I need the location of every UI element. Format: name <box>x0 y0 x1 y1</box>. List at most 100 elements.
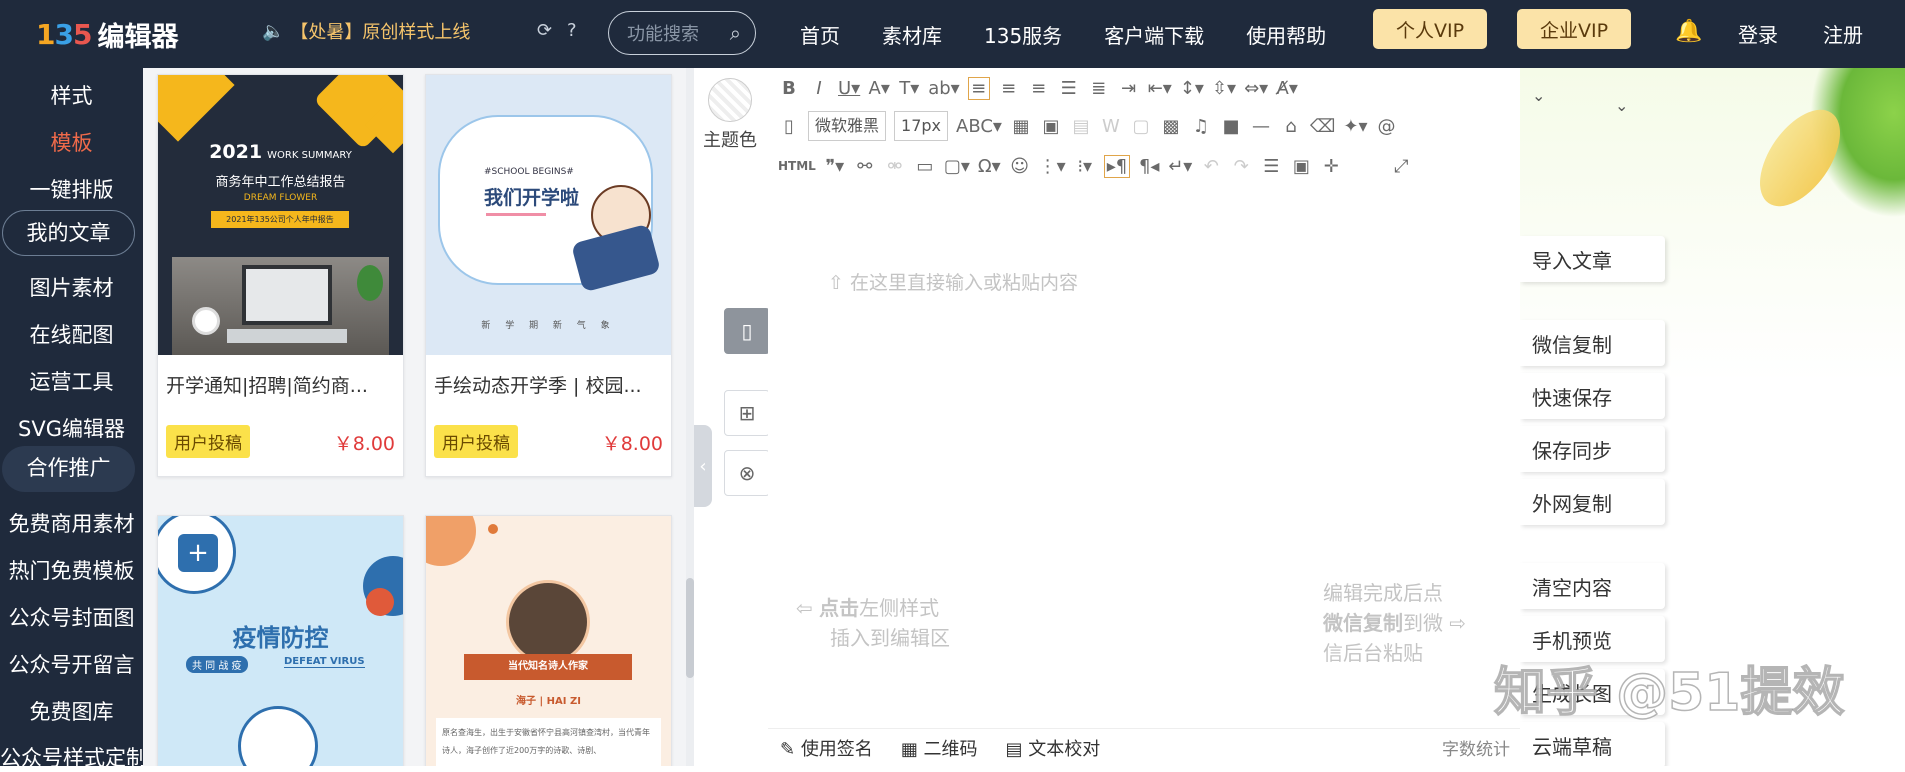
sidebar-item-templates[interactable]: 模板 <box>0 127 143 157</box>
emoji-icon[interactable]: ☺ <box>1009 156 1031 177</box>
underline-icon[interactable]: U▾ <box>838 78 860 99</box>
align-top-icon[interactable]: ☰ <box>1058 78 1080 99</box>
announcement-link[interactable]: 🔈 【处暑】原创样式上线 <box>262 18 470 44</box>
editor-placeholder[interactable]: ⇧ 在这里直接输入或粘贴内容 <box>828 268 1078 295</box>
logo[interactable]: 135 编辑器 <box>36 14 178 54</box>
theme-color-swatch[interactable] <box>708 78 752 122</box>
template-title[interactable]: 开学通知|招聘|简约商... <box>166 371 368 398</box>
use-signature-button[interactable]: ✎ 使用签名 <box>780 735 873 761</box>
sidebar-item-operation-tools[interactable]: 运营工具 <box>0 366 143 396</box>
gallery-icon[interactable]: ▩ <box>1160 116 1182 137</box>
sidebar-item-partnership[interactable]: 合作推广 <box>2 446 135 492</box>
nav-material-library[interactable]: 素材库 <box>882 20 942 49</box>
paragraph-format-icon[interactable]: ☰ <box>1260 156 1282 177</box>
nav-home[interactable]: 首页 <box>800 20 840 49</box>
login-link[interactable]: 登录 <box>1738 19 1778 48</box>
collapse-panel-button[interactable]: ‹ <box>694 425 712 507</box>
sidebar-item-free-commercial-assets[interactable]: 免费商用素材 <box>0 508 143 538</box>
font-size-select[interactable]: 17px <box>894 111 948 141</box>
merge-cells-icon[interactable]: ▤ <box>1070 116 1092 137</box>
sidebar-item-style-customization[interactable]: 公众号样式定制 <box>0 742 147 772</box>
sidebar-item-my-articles[interactable]: 我的文章 <box>2 210 135 256</box>
enterprise-vip-button[interactable]: 企业VIP <box>1517 9 1631 49</box>
refresh-icon[interactable]: ⟳ <box>537 20 552 41</box>
rtl-paragraph-icon[interactable]: ¶◂ <box>1138 156 1160 177</box>
font-family-select[interactable]: 微软雅黑 <box>808 111 887 141</box>
justify-icon[interactable]: ≣ <box>1088 78 1110 99</box>
nav-help[interactable]: 使用帮助 <box>1246 20 1326 49</box>
sidebar-item-free-gallery[interactable]: 免费图库 <box>0 696 143 726</box>
nav-services[interactable]: 135服务 <box>984 20 1062 49</box>
horizontal-rule-icon[interactable]: — <box>1250 116 1272 137</box>
register-link[interactable]: 注册 <box>1823 19 1863 48</box>
personal-vip-button[interactable]: 个人VIP <box>1373 9 1487 49</box>
sidebar-item-cover-images[interactable]: 公众号封面图 <box>0 602 143 632</box>
sidebar-item-open-comments[interactable]: 公众号开留言 <box>0 649 143 679</box>
template-card[interactable]: 当代知名诗人作家 海子 | HAI ZI 原名查海生，出生于安徽省怀宁县高河镇查… <box>425 515 672 766</box>
line-break-icon[interactable]: ↵▾ <box>1168 156 1192 177</box>
redo-icon[interactable]: ↷ <box>1230 156 1252 177</box>
letter-spacing-icon[interactable]: ⇔▾ <box>1244 78 1268 99</box>
theme-color-picker[interactable]: 主题色 <box>700 78 760 152</box>
external-copy-button[interactable]: 外网复制 <box>1520 479 1665 525</box>
unordered-list-icon[interactable]: ⁝▾ <box>1074 156 1096 177</box>
ltr-paragraph-icon[interactable]: ▸¶ <box>1103 154 1131 178</box>
sidebar-item-popular-free-templates[interactable]: 热门免费模板 <box>0 555 143 585</box>
magic-wand-icon[interactable]: ✦▾ <box>1343 116 1367 137</box>
bell-icon[interactable]: 🔔 <box>1675 19 1702 44</box>
help-icon[interactable]: ? <box>567 20 577 41</box>
save-sync-button[interactable]: 保存同步 <box>1520 426 1665 472</box>
sidebar-item-svg-editor[interactable]: SVG编辑器 <box>0 413 143 443</box>
sidebar-item-image-assets[interactable]: 图片素材 <box>0 272 143 302</box>
template-card[interactable]: #SCHOOL BEGINS# 我们开学啦 新 学 期 新 气 象 手绘动态开学… <box>425 74 672 477</box>
cloud-drafts-button[interactable]: 云端草稿 <box>1520 722 1665 766</box>
html-source-icon[interactable]: HTML <box>778 159 816 173</box>
add-page-button[interactable]: ⊞ <box>724 390 770 436</box>
template-card[interactable]: + 疫情防控 共 同 战 疫 DEFEAT VIRUS <box>157 515 404 766</box>
frame-icon[interactable]: ▢▾ <box>944 156 970 177</box>
spell-check-icon[interactable]: ABC▾ <box>956 116 1002 137</box>
image-icon[interactable]: ▣ <box>1040 116 1062 137</box>
picture-icon[interactable]: ▢ <box>1130 116 1152 137</box>
template-scrollbar-thumb[interactable] <box>686 578 694 678</box>
outdent-icon[interactable]: ⇤▾ <box>1148 78 1172 99</box>
special-char-icon[interactable]: Ω▾ <box>978 156 1001 177</box>
format-painter-icon[interactable]: ⌂ <box>1280 116 1302 137</box>
music-icon[interactable]: ♫ <box>1190 116 1212 137</box>
import-article-button[interactable]: 导入文章 <box>1520 236 1665 282</box>
template-title[interactable]: 手绘动态开学季 | 校园... <box>434 371 642 398</box>
link-icon[interactable]: ⚯ <box>854 156 876 177</box>
clear-content-button[interactable]: 清空内容 <box>1520 563 1665 609</box>
align-center-icon[interactable]: ≡ <box>998 78 1020 99</box>
line-height-icon[interactable]: ↕▾ <box>1180 78 1204 99</box>
quick-save-button[interactable]: 快速保存 <box>1520 373 1665 419</box>
quote-icon[interactable]: ❞▾ <box>824 156 846 177</box>
table-icon[interactable]: ▦ <box>1010 116 1032 137</box>
expand-icon[interactable]: ⤢ <box>1390 156 1412 177</box>
word-icon[interactable]: W <box>1100 116 1122 137</box>
indent-icon[interactable]: ⇥ <box>1118 78 1140 99</box>
qrcode-button[interactable]: ▦ 二维码 <box>901 735 978 761</box>
align-right-icon[interactable]: ≡ <box>1028 78 1050 99</box>
font-color-icon[interactable]: A▾ <box>868 78 890 99</box>
align-left-icon[interactable]: ≡ <box>967 76 990 100</box>
clear-format-icon[interactable]: A̸▾ <box>1276 78 1298 99</box>
preview-icon[interactable]: ▣ <box>1290 156 1312 177</box>
sidebar-item-auto-layout[interactable]: 一键排版 <box>0 174 143 204</box>
close-tool-button[interactable]: ⊗ <box>724 450 770 496</box>
search-icon[interactable]: ⌕ <box>730 21 741 45</box>
sidebar-item-styles[interactable]: 样式 <box>0 80 143 110</box>
template-card[interactable]: 2021 WORK SUMMARY 商务年中工作总结报告 DREAM FLOWE… <box>157 74 404 477</box>
eraser-icon[interactable]: ⌫ <box>1310 116 1335 137</box>
video-icon[interactable]: ■ <box>1220 116 1242 137</box>
sidebar-item-online-images[interactable]: 在线配图 <box>0 319 143 349</box>
text-style-icon[interactable]: T▾ <box>898 78 920 99</box>
template-insert-icon[interactable]: ▭ <box>914 156 936 177</box>
feature-search-input[interactable]: 功能搜索 ⌕ <box>608 11 756 55</box>
nav-client-download[interactable]: 客户端下载 <box>1104 20 1204 49</box>
highlight-icon[interactable]: ab▾ <box>928 78 960 99</box>
new-document-icon[interactable]: ▯ <box>778 116 800 137</box>
wechat-copy-button[interactable]: 微信复制 <box>1520 320 1665 366</box>
document-tool-button[interactable]: ▯ <box>724 308 770 354</box>
proofread-button[interactable]: ▤ 文本校对 <box>1006 735 1101 761</box>
